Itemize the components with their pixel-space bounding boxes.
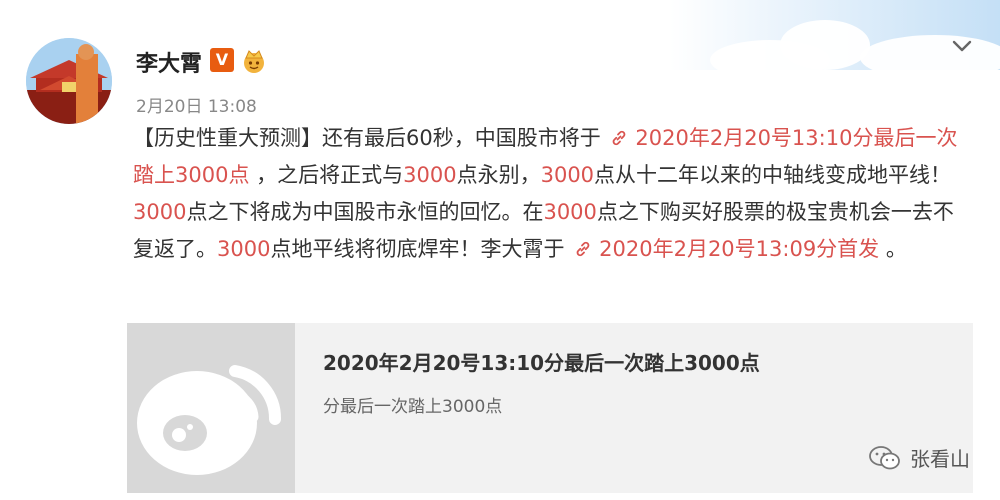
author-badges: V <box>210 48 268 74</box>
wechat-icon <box>869 445 900 469</box>
post-text: 点永别， <box>456 163 541 187</box>
highlight-number: 3000 <box>133 200 187 224</box>
highlight-number: 3000 <box>540 163 595 187</box>
post-timestamp[interactable]: 2月20日 13:08 <box>136 92 257 117</box>
card-title[interactable]: 2020年2月20号13:10分最后一次踏上3000点 <box>323 347 760 376</box>
post-text: 点从十二年以来的中轴线变成地平线！ <box>594 163 952 187</box>
post-link-text[interactable]: 2020年2月20号13:09分首发 <box>599 237 879 261</box>
highlight-number: 3000 <box>217 237 271 261</box>
weibo-logo-icon <box>137 365 282 475</box>
author-name[interactable]: 李大霄 <box>136 46 202 78</box>
verified-badge: V <box>210 48 234 72</box>
highlight-number: 3000 <box>543 200 597 224</box>
post-text: 点地平线将彻底焊牢！李大霄于 <box>270 237 572 261</box>
post-menu-button[interactable] <box>950 36 974 56</box>
link-icon <box>613 130 626 146</box>
link-icon <box>576 241 590 257</box>
watermark: 张看山 <box>868 443 970 472</box>
header-sky-decoration <box>670 0 1000 70</box>
avatar-image <box>26 38 112 124</box>
crown-badge-icon <box>244 50 264 73</box>
card-thumbnail <box>127 323 295 493</box>
post-text: 点之下将成为中国股市永恒的回忆。在 <box>186 200 544 224</box>
post-body: 【历史性重大预测】还有最后60秒，中国股市将于 2020年2月20号13:10分… <box>133 120 963 268</box>
watermark-text: 张看山 <box>910 447 970 471</box>
chevron-down-icon <box>952 40 972 52</box>
post-text: ，之后将正式与 <box>249 163 404 187</box>
post-link[interactable]: 2020年2月20号13:09分首发 <box>571 237 879 261</box>
card-subtitle: 分最后一次踏上3000点 <box>323 397 503 417</box>
post-text: 【历史性重大预测】还有最后60秒，中国股市将于 <box>133 126 608 150</box>
post-text: 。 <box>879 237 907 261</box>
highlight-number: 3000 <box>403 163 457 187</box>
avatar[interactable] <box>26 38 112 124</box>
link-preview-card[interactable]: 2020年2月20号13:10分最后一次踏上3000点 分最后一次踏上3000点 <box>127 323 973 493</box>
